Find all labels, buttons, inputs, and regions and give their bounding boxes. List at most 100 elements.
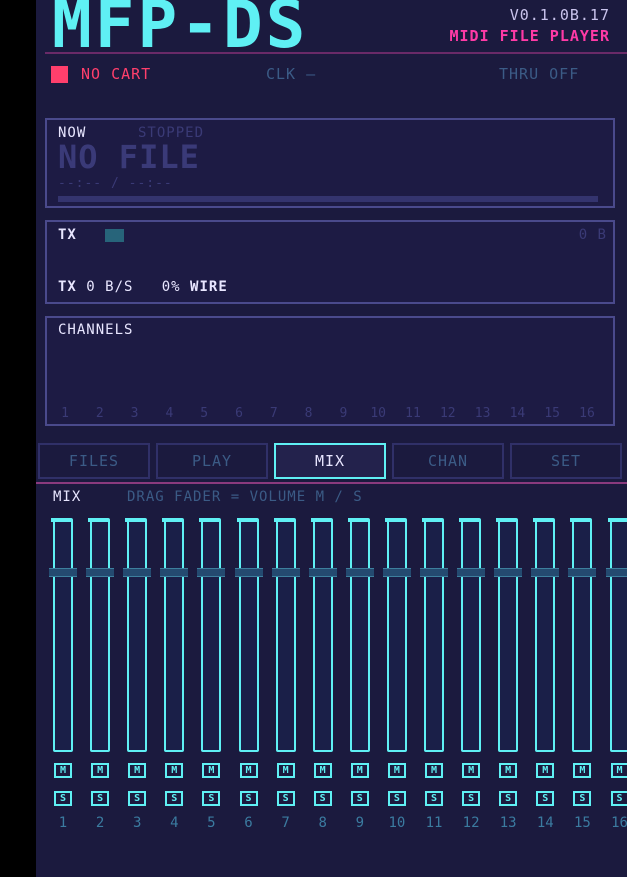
fader-handle[interactable] <box>49 567 77 577</box>
solo-button-2[interactable]: S <box>91 791 110 806</box>
mute-button-10[interactable]: M <box>387 763 406 778</box>
solo-button-7[interactable]: S <box>276 791 295 806</box>
volume-fader-11[interactable] <box>420 518 448 752</box>
fader-handle[interactable] <box>420 567 448 577</box>
fader-handle[interactable] <box>457 567 486 577</box>
fader-handle[interactable] <box>568 567 597 577</box>
volume-fader-14[interactable] <box>531 518 560 752</box>
mix-section-title: MIX <box>53 489 82 505</box>
tab-divider <box>36 482 627 484</box>
channel-activity-7: 7 <box>269 406 278 421</box>
solo-button-1[interactable]: S <box>54 791 72 806</box>
tx-rate-prefix: TX <box>58 279 77 295</box>
fader-handle[interactable] <box>197 567 226 577</box>
strip-number-13: 13 <box>499 815 517 831</box>
current-file-name: NO FILE <box>58 138 200 176</box>
tab-files[interactable]: FILES <box>38 443 150 479</box>
strip-number-16: 16 <box>611 815 627 831</box>
volume-fader-5[interactable] <box>197 518 226 752</box>
fader-handle[interactable] <box>86 567 115 577</box>
strip-number-15: 15 <box>573 815 591 831</box>
channel-activity-row: 1 2 3 4 5 6 7 8 9 10 11 12 13 14 15 16 <box>58 406 613 424</box>
mute-button-4[interactable]: M <box>165 763 184 778</box>
mute-button-6[interactable]: M <box>239 763 258 778</box>
channel-activity-12: 12 <box>439 406 456 421</box>
mute-button-5[interactable]: M <box>202 763 221 778</box>
mute-button-3[interactable]: M <box>128 763 147 778</box>
fader-handle[interactable] <box>494 567 523 577</box>
fader-handle[interactable] <box>271 567 300 577</box>
solo-button-5[interactable]: S <box>202 791 221 806</box>
mute-button-7[interactable]: M <box>276 763 295 778</box>
solo-button-11[interactable]: S <box>425 791 443 806</box>
fader-handle[interactable] <box>345 567 374 577</box>
volume-fader-7[interactable] <box>271 518 300 752</box>
mute-button-13[interactable]: M <box>499 763 518 778</box>
volume-fader-10[interactable] <box>382 518 411 752</box>
thru-toggle[interactable]: THRU OFF <box>499 65 579 83</box>
fader-handle[interactable] <box>160 567 189 577</box>
volume-fader-2[interactable] <box>86 518 115 752</box>
channel-activity-6: 6 <box>235 406 243 421</box>
mute-button-2[interactable]: M <box>91 763 110 778</box>
solo-button-14[interactable]: S <box>536 791 555 806</box>
mute-button-11[interactable]: M <box>425 763 443 778</box>
strip-number-14: 14 <box>536 815 554 831</box>
volume-fader-4[interactable] <box>160 518 189 752</box>
tab-set[interactable]: SET <box>510 443 622 479</box>
fader-handle[interactable] <box>605 567 627 577</box>
fader-cap <box>273 518 294 522</box>
channel-activity-11: 11 <box>405 406 421 421</box>
mute-button-16[interactable]: M <box>610 763 627 778</box>
fader-cap <box>88 518 109 522</box>
volume-fader-8[interactable] <box>308 518 337 752</box>
tab-chan[interactable]: CHAN <box>392 443 504 479</box>
fader-handle[interactable] <box>234 567 263 577</box>
volume-fader-6[interactable] <box>234 518 263 752</box>
solo-button-4[interactable]: S <box>165 791 184 806</box>
mute-button-15[interactable]: M <box>573 763 592 778</box>
strip-number-9: 9 <box>355 815 365 831</box>
mute-button-8[interactable]: M <box>313 763 332 778</box>
solo-button-16[interactable]: S <box>610 791 627 806</box>
fader-handle[interactable] <box>308 567 337 577</box>
solo-button-6[interactable]: S <box>239 791 258 806</box>
solo-button-12[interactable]: S <box>462 791 481 806</box>
strip-number-11: 11 <box>425 815 443 831</box>
solo-button-10[interactable]: S <box>387 791 406 806</box>
wire-label: WIRE <box>190 279 228 295</box>
strip-number-5: 5 <box>207 815 216 831</box>
volume-fader-1[interactable] <box>49 518 77 752</box>
volume-fader-9[interactable] <box>345 518 374 752</box>
fader-cap <box>162 518 183 522</box>
mute-button-9[interactable]: M <box>350 763 369 778</box>
fader-cap <box>199 518 220 522</box>
channel-activity-9: 9 <box>339 406 348 421</box>
clock-status: CLK — <box>266 65 317 83</box>
mute-button-1[interactable]: M <box>54 763 72 778</box>
mute-button-14[interactable]: M <box>536 763 555 778</box>
solo-button-9[interactable]: S <box>350 791 369 806</box>
solo-button-13[interactable]: S <box>499 791 518 806</box>
solo-button-3[interactable]: S <box>128 791 147 806</box>
channel-activity-3: 3 <box>130 406 139 421</box>
fader-handle[interactable] <box>382 567 411 577</box>
tx-activity-meter <box>105 229 124 242</box>
solo-button-8[interactable]: S <box>313 791 332 806</box>
channels-title: CHANNELS <box>58 322 134 338</box>
volume-fader-3[interactable] <box>123 518 152 752</box>
playback-time: --:-- / --:-- <box>58 176 173 191</box>
mute-button-12[interactable]: M <box>462 763 481 778</box>
volume-fader-12[interactable] <box>457 518 486 752</box>
fader-handle[interactable] <box>123 567 152 577</box>
volume-fader-15[interactable] <box>568 518 597 752</box>
progress-bar[interactable] <box>58 196 598 202</box>
app-screen: MFP-DS V0.1.0B.17 MIDI FILE PLAYER NO CA… <box>36 0 627 877</box>
volume-fader-13[interactable] <box>494 518 523 752</box>
tab-play[interactable]: PLAY <box>156 443 268 479</box>
channel-activity-10: 10 <box>370 406 387 421</box>
fader-handle[interactable] <box>531 567 560 577</box>
tab-mix[interactable]: MIX <box>274 443 386 479</box>
solo-button-15[interactable]: S <box>573 791 592 806</box>
volume-fader-16[interactable] <box>605 518 627 752</box>
